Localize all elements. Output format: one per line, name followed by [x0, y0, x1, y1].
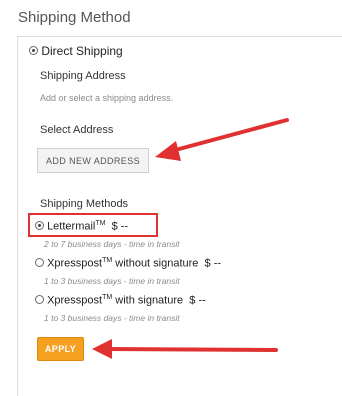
annotation-arrow-add-address [155, 118, 289, 161]
annotation-arrow-apply [92, 339, 278, 359]
annotation-arrows [92, 118, 289, 359]
